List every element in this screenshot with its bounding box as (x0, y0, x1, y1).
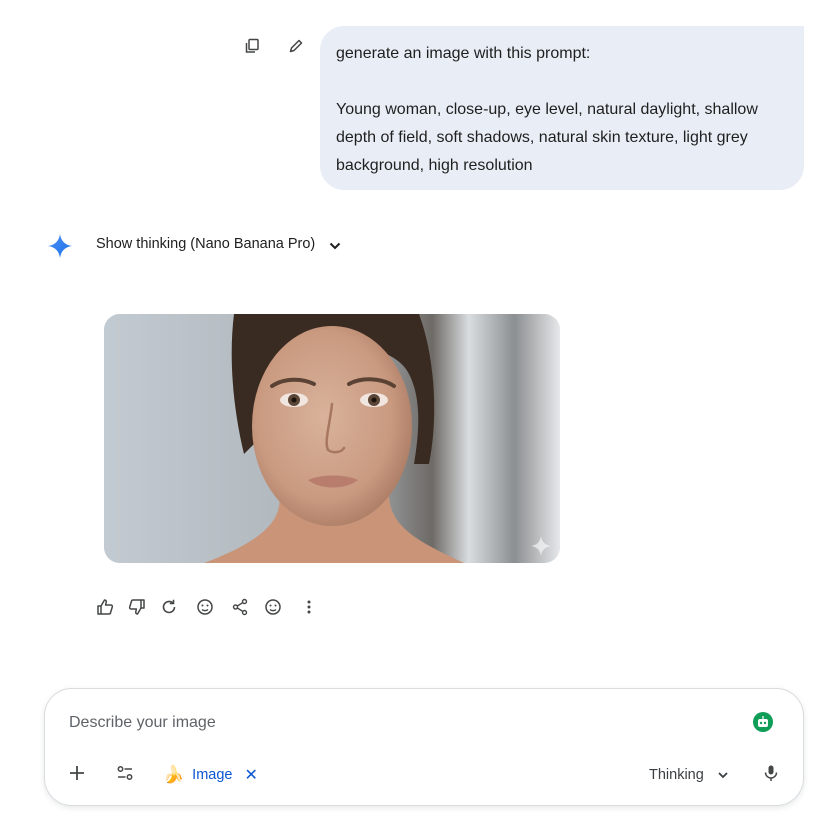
show-thinking-label: Show thinking (Nano Banana Pro) (96, 236, 316, 252)
generated-image[interactable] (104, 314, 560, 563)
pencil-icon (289, 39, 303, 53)
more-options-button[interactable] (298, 596, 320, 618)
mode-label: Thinking (649, 767, 704, 783)
modify-response-button[interactable] (194, 596, 216, 618)
copy-icon (245, 38, 259, 53)
tools-button[interactable] (113, 761, 137, 785)
mode-selector[interactable]: Thinking (649, 763, 730, 787)
assistant-badge-button[interactable] (752, 711, 774, 733)
copy-button[interactable] (241, 35, 263, 57)
user-message-bubble: generate an image with this prompt: Youn… (320, 26, 804, 190)
message-line-2: Young woman, close-up, eye level, natura… (336, 101, 758, 174)
remove-chip-close-icon[interactable]: ✕ (244, 765, 257, 785)
thumbs-down-button[interactable] (126, 596, 148, 618)
share-icon (232, 598, 248, 616)
chevron-down-icon[interactable] (326, 237, 344, 255)
message-line-1: generate an image with this prompt: (336, 45, 591, 62)
show-thinking-toggle[interactable]: Show thinking (Nano Banana Pro) (96, 236, 315, 252)
tune-icon (117, 766, 133, 780)
gemini-spark-icon (46, 232, 74, 260)
thumbs-down-icon (128, 599, 145, 615)
more-vert-icon (307, 600, 311, 614)
regenerate-button[interactable] (158, 596, 180, 618)
robot-badge-icon (753, 712, 773, 732)
tune-face-icon (197, 599, 213, 615)
microphone-icon (764, 765, 778, 781)
refresh-icon (162, 599, 176, 614)
image-tool-chip[interactable]: 🍌 Image ✕ (163, 763, 258, 787)
tune-face-icon (265, 599, 281, 615)
double-check-button[interactable] (262, 596, 284, 618)
edit-button[interactable] (285, 35, 307, 57)
image-chip-label: Image (192, 767, 233, 783)
banana-icon: 🍌 (163, 765, 185, 784)
prompt-input[interactable] (69, 711, 669, 735)
add-button[interactable] (65, 761, 89, 785)
chevron-down-icon (718, 772, 728, 779)
plus-icon (70, 766, 84, 780)
prompt-composer: 🍌 Image ✕ Thinking (44, 688, 804, 806)
thumbs-up-button[interactable] (94, 596, 116, 618)
microphone-button[interactable] (759, 761, 783, 785)
share-button[interactable] (229, 596, 251, 618)
thumbs-up-icon (97, 599, 114, 615)
